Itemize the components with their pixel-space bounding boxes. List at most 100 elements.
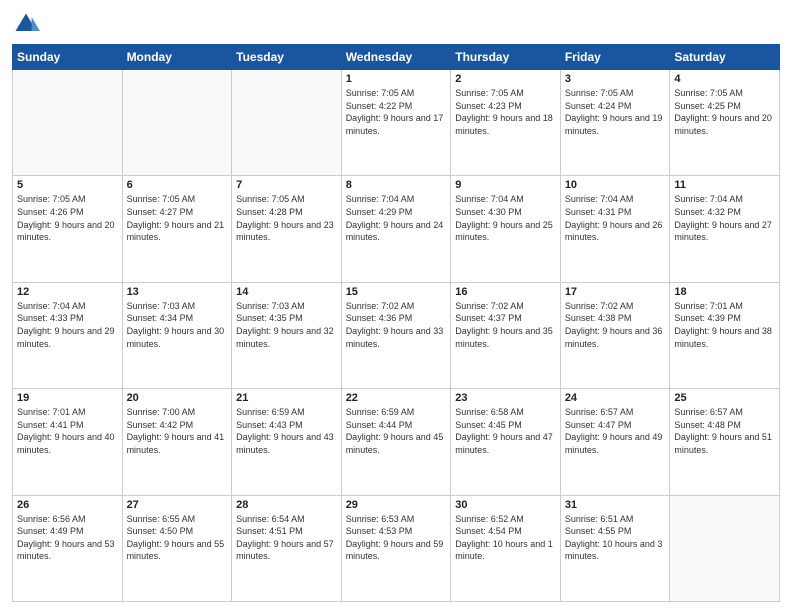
week-row-1: 1Sunrise: 7:05 AM Sunset: 4:22 PM Daylig… — [13, 70, 780, 176]
logo — [12, 10, 44, 38]
day-cell: 7Sunrise: 7:05 AM Sunset: 4:28 PM Daylig… — [232, 176, 342, 282]
page: SundayMondayTuesdayWednesdayThursdayFrid… — [0, 0, 792, 612]
week-row-5: 26Sunrise: 6:56 AM Sunset: 4:49 PM Dayli… — [13, 495, 780, 601]
day-info: Sunrise: 7:01 AM Sunset: 4:39 PM Dayligh… — [674, 300, 775, 350]
day-cell: 29 Sunrise: 6:53 AM Sunset: 4:53 PM Dayli… — [341, 495, 451, 601]
day-cell: 22 Sunrise: 6:59 AM Sunset: 4:44 PM Dayli… — [341, 389, 451, 495]
weekday-header-wednesday: Wednesday — [341, 45, 451, 70]
day-number: 13 — [127, 286, 228, 298]
day-number: 3 — [565, 73, 666, 85]
day-info: Sunrise: 7:00 AM Sunset: 4:42 PM Dayligh… — [127, 406, 228, 456]
day-number: 26 — [17, 499, 118, 511]
day-cell: 6Sunrise: 7:05 AM Sunset: 4:27 PM Daylig… — [122, 176, 232, 282]
day-number: 19 — [17, 392, 118, 404]
day-cell: 24Sunrise: 6:57 AM Sunset: 4:47 PM Dayli… — [560, 389, 670, 495]
day-cell: 23Sunrise: 6:58 AM Sunset: 4:45 PM Dayli… — [451, 389, 561, 495]
day-number: 16 — [455, 286, 556, 298]
header — [12, 10, 780, 38]
day-cell: 25 Sunrise: 6:57 AM Sunset: 4:48 PM Dayli… — [670, 389, 780, 495]
day-cell: 3 Sunrise: 7:05 AM Sunset: 4:24 PM Daylig… — [560, 70, 670, 176]
day-info: Sunrise: 7:05 AM Sunset: 4:22 PM Dayligh… — [346, 87, 447, 137]
day-cell — [670, 495, 780, 601]
day-cell: 18 Sunrise: 7:01 AM Sunset: 4:39 PM Dayli… — [670, 282, 780, 388]
day-cell: 15 Sunrise: 7:02 AM Sunset: 4:36 PM Dayli… — [341, 282, 451, 388]
day-info: Sunrise: 7:05 AM Sunset: 4:24 PM Dayligh… — [565, 87, 666, 137]
day-cell: 20Sunrise: 7:00 AM Sunset: 4:42 PM Dayli… — [122, 389, 232, 495]
day-number: 11 — [674, 179, 775, 191]
day-cell: 8 Sunrise: 7:04 AM Sunset: 4:29 PM Daylig… — [341, 176, 451, 282]
calendar-table: SundayMondayTuesdayWednesdayThursdayFrid… — [12, 44, 780, 602]
day-cell: 28 Sunrise: 6:54 AM Sunset: 4:51 PM Dayli… — [232, 495, 342, 601]
day-number: 17 — [565, 286, 666, 298]
day-info: Sunrise: 7:03 AM Sunset: 4:34 PM Dayligh… — [127, 300, 228, 350]
day-cell: 4Sunrise: 7:05 AM Sunset: 4:25 PM Daylig… — [670, 70, 780, 176]
weekday-header-tuesday: Tuesday — [232, 45, 342, 70]
day-number: 14 — [236, 286, 337, 298]
day-cell: 10Sunrise: 7:04 AM Sunset: 4:31 PM Dayli… — [560, 176, 670, 282]
day-info: Sunrise: 6:59 AM Sunset: 4:43 PM Dayligh… — [236, 406, 337, 456]
day-cell: 11 Sunrise: 7:04 AM Sunset: 4:32 PM Dayli… — [670, 176, 780, 282]
day-number: 9 — [455, 179, 556, 191]
day-cell: 26Sunrise: 6:56 AM Sunset: 4:49 PM Dayli… — [13, 495, 123, 601]
week-row-3: 12 Sunrise: 7:04 AM Sunset: 4:33 PM Dayli… — [13, 282, 780, 388]
day-number: 7 — [236, 179, 337, 191]
day-cell — [232, 70, 342, 176]
day-info: Sunrise: 7:04 AM Sunset: 4:31 PM Dayligh… — [565, 193, 666, 243]
day-number: 25 — [674, 392, 775, 404]
day-number: 6 — [127, 179, 228, 191]
day-number: 8 — [346, 179, 447, 191]
day-number: 12 — [17, 286, 118, 298]
day-info: Sunrise: 7:05 AM Sunset: 4:23 PM Dayligh… — [455, 87, 556, 137]
day-cell: 31 Sunrise: 6:51 AM Sunset: 4:55 PM Dayli… — [560, 495, 670, 601]
day-cell: 19 Sunrise: 7:01 AM Sunset: 4:41 PM Dayli… — [13, 389, 123, 495]
day-number: 31 — [565, 499, 666, 511]
day-info: Sunrise: 7:02 AM Sunset: 4:37 PM Dayligh… — [455, 300, 556, 350]
day-number: 2 — [455, 73, 556, 85]
day-number: 4 — [674, 73, 775, 85]
day-cell: 5Sunrise: 7:05 AM Sunset: 4:26 PM Daylig… — [13, 176, 123, 282]
day-cell: 27 Sunrise: 6:55 AM Sunset: 4:50 PM Dayli… — [122, 495, 232, 601]
day-info: Sunrise: 6:53 AM Sunset: 4:53 PM Dayligh… — [346, 513, 447, 563]
day-cell: 13 Sunrise: 7:03 AM Sunset: 4:34 PM Dayli… — [122, 282, 232, 388]
day-cell: 21 Sunrise: 6:59 AM Sunset: 4:43 PM Dayli… — [232, 389, 342, 495]
day-info: Sunrise: 6:57 AM Sunset: 4:48 PM Dayligh… — [674, 406, 775, 456]
day-info: Sunrise: 7:04 AM Sunset: 4:29 PM Dayligh… — [346, 193, 447, 243]
day-cell: 14 Sunrise: 7:03 AM Sunset: 4:35 PM Dayli… — [232, 282, 342, 388]
logo-icon — [12, 10, 40, 38]
weekday-header-friday: Friday — [560, 45, 670, 70]
weekday-header-saturday: Saturday — [670, 45, 780, 70]
day-number: 5 — [17, 179, 118, 191]
day-cell: 17Sunrise: 7:02 AM Sunset: 4:38 PM Dayli… — [560, 282, 670, 388]
day-info: Sunrise: 7:01 AM Sunset: 4:41 PM Dayligh… — [17, 406, 118, 456]
day-number: 18 — [674, 286, 775, 298]
day-number: 30 — [455, 499, 556, 511]
day-number: 22 — [346, 392, 447, 404]
weekday-header-row: SundayMondayTuesdayWednesdayThursdayFrid… — [13, 45, 780, 70]
day-number: 28 — [236, 499, 337, 511]
day-cell: 16 Sunrise: 7:02 AM Sunset: 4:37 PM Dayli… — [451, 282, 561, 388]
day-number: 21 — [236, 392, 337, 404]
day-info: Sunrise: 6:57 AM Sunset: 4:47 PM Dayligh… — [565, 406, 666, 456]
day-info: Sunrise: 6:54 AM Sunset: 4:51 PM Dayligh… — [236, 513, 337, 563]
day-info: Sunrise: 6:52 AM Sunset: 4:54 PM Dayligh… — [455, 513, 556, 563]
day-number: 27 — [127, 499, 228, 511]
day-cell: 9Sunrise: 7:04 AM Sunset: 4:30 PM Daylig… — [451, 176, 561, 282]
day-info: Sunrise: 7:03 AM Sunset: 4:35 PM Dayligh… — [236, 300, 337, 350]
day-info: Sunrise: 7:04 AM Sunset: 4:32 PM Dayligh… — [674, 193, 775, 243]
day-info: Sunrise: 6:51 AM Sunset: 4:55 PM Dayligh… — [565, 513, 666, 563]
day-cell: 2 Sunrise: 7:05 AM Sunset: 4:23 PM Daylig… — [451, 70, 561, 176]
day-cell: 12 Sunrise: 7:04 AM Sunset: 4:33 PM Dayli… — [13, 282, 123, 388]
day-info: Sunrise: 6:55 AM Sunset: 4:50 PM Dayligh… — [127, 513, 228, 563]
day-number: 29 — [346, 499, 447, 511]
day-cell: 30 Sunrise: 6:52 AM Sunset: 4:54 PM Dayli… — [451, 495, 561, 601]
day-info: Sunrise: 6:59 AM Sunset: 4:44 PM Dayligh… — [346, 406, 447, 456]
week-row-2: 5Sunrise: 7:05 AM Sunset: 4:26 PM Daylig… — [13, 176, 780, 282]
day-info: Sunrise: 7:02 AM Sunset: 4:36 PM Dayligh… — [346, 300, 447, 350]
weekday-header-sunday: Sunday — [13, 45, 123, 70]
day-info: Sunrise: 6:58 AM Sunset: 4:45 PM Dayligh… — [455, 406, 556, 456]
day-cell — [122, 70, 232, 176]
day-info: Sunrise: 7:04 AM Sunset: 4:33 PM Dayligh… — [17, 300, 118, 350]
day-cell: 1Sunrise: 7:05 AM Sunset: 4:22 PM Daylig… — [341, 70, 451, 176]
weekday-header-monday: Monday — [122, 45, 232, 70]
day-number: 15 — [346, 286, 447, 298]
